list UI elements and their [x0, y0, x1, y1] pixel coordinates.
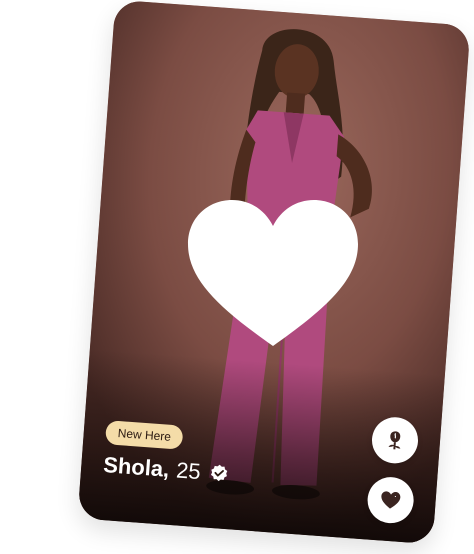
profile-name: Shola — [102, 452, 165, 482]
like-overlay-heart-icon — [188, 200, 358, 346]
rose-icon — [388, 431, 401, 450]
screen: New Here Shola , 25 — [0, 0, 474, 554]
heart-icon — [381, 491, 401, 509]
profile-age: 25 — [175, 457, 202, 485]
verified-check-icon — [210, 464, 227, 482]
name-separator: , — [162, 456, 171, 482]
